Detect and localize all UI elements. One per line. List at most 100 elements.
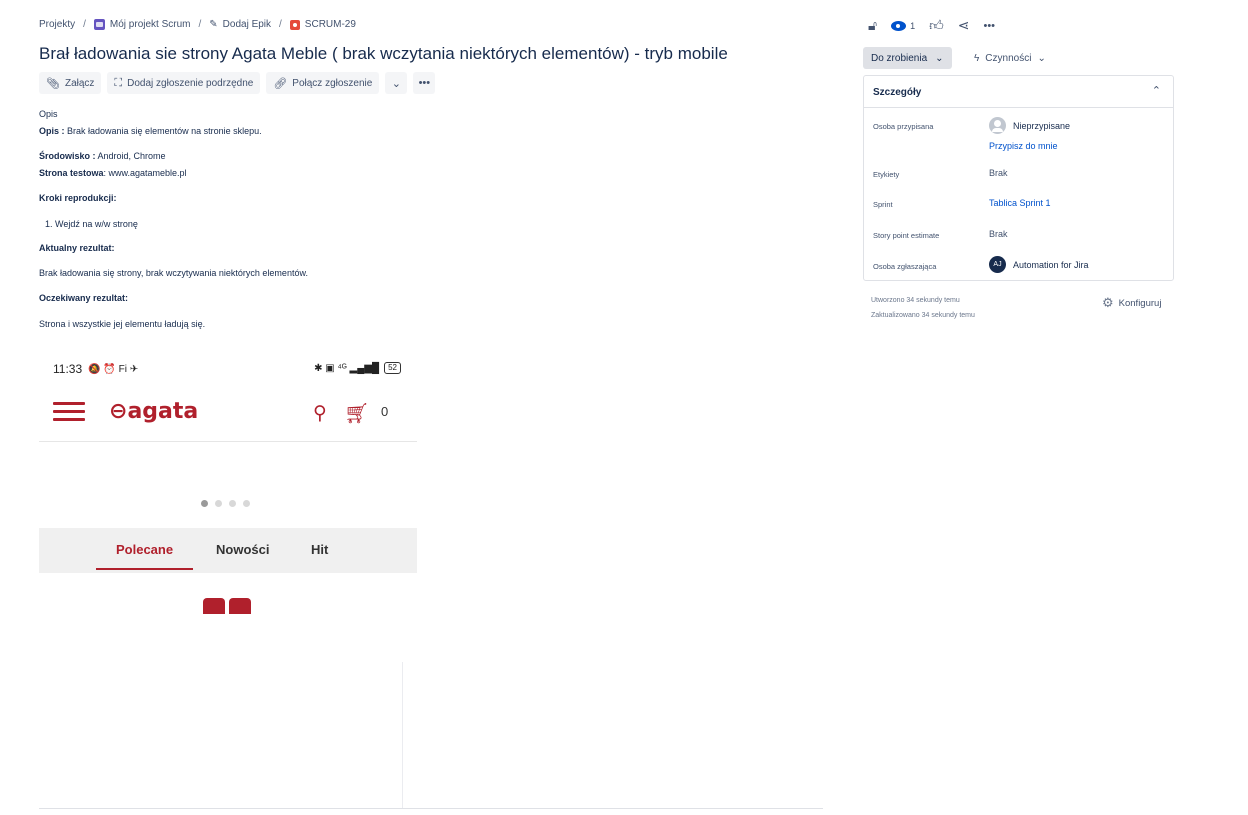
add-child-issue-button[interactable]: ⛶ Dodaj zgłoszenie podrzędne [107, 72, 261, 94]
phone-status-right: ✱ ▣ ⁴ᴳ ▂▄▆█ 52 [314, 362, 401, 374]
attach-button-label: Załącz [64, 77, 95, 89]
description-opis: Opis : Brak ładowania się elementów na s… [39, 125, 262, 137]
env-label: Środowisko : [39, 151, 96, 161]
site-text: : www.agatameble.pl [103, 168, 187, 178]
attach-button[interactable]: 📎︎ Załącz [39, 72, 102, 94]
assign-to-me-link[interactable]: Przypisz do mnie [989, 141, 1058, 151]
watch-button[interactable]: 1 [891, 20, 916, 31]
reporter-value-text: Automation for Jira [1013, 259, 1089, 270]
steps-heading: Kroki reprodukcji: [39, 193, 117, 203]
actions-dropdown[interactable]: ϟ Czynności ⌄ [968, 47, 1052, 69]
link-issue-label: Połącz zgłoszenie [292, 77, 373, 89]
link-issue-dropdown-button[interactable]: ⌄ [385, 72, 408, 94]
story-points-value[interactable]: Brak [989, 229, 1008, 239]
updated-timestamp: Zaktualizowano 34 sekundy temu [871, 312, 975, 319]
project-avatar-icon [93, 19, 105, 30]
horizontal-divider [39, 808, 823, 809]
breadcrumb-epic-label: Dodaj Epik [222, 19, 272, 30]
phone-tab-nowosci: Nowości [216, 542, 270, 557]
sprint-label: Sprint [873, 200, 893, 209]
breadcrumb-projects-label: Projekty [39, 19, 76, 30]
watchers-count: 1 [910, 20, 916, 31]
labels-label: Etykiety [873, 170, 900, 179]
more-actions-button[interactable]: ••• [413, 72, 436, 94]
issue-header-actions: 🔓︎ 1 👍︎ ⋖ ••• [868, 17, 995, 34]
breadcrumb-separator: / [198, 19, 202, 30]
breadcrumb-separator: / [83, 19, 86, 30]
breadcrumb: Projekty / Mój projekt Scrum / ✎ Dodaj E… [39, 19, 356, 30]
configure-button[interactable]: ⚙ Konfiguruj [1102, 295, 1161, 311]
carousel-dot [229, 500, 236, 507]
pencil-icon: ✎ [209, 19, 218, 30]
actual-result-heading: Aktualny rezultat: [39, 243, 115, 253]
vertical-divider [402, 662, 403, 808]
share-icon[interactable]: ⋖ [958, 17, 970, 34]
phone-tab-hit: Hit [311, 542, 329, 557]
description-environment: Środowisko : Android, Chrome [39, 150, 166, 162]
phone-tabs: Polecane Nowości Hit [39, 528, 417, 573]
paperclip-icon: 📎︎ [46, 77, 60, 90]
phone-status-bar: 11:33 🔕 ⏰ Fi ✈ [53, 362, 138, 376]
reporter-avatar: AJ [989, 256, 1006, 273]
status-dropdown[interactable]: Do zrobienia ⌄ [863, 47, 952, 69]
eye-icon [891, 20, 907, 31]
logo-text: agata [127, 399, 199, 424]
more-icon[interactable]: ••• [983, 20, 995, 32]
labels-value[interactable]: Brak [989, 168, 1008, 178]
reporter-value[interactable]: AJ Automation for Jira [989, 256, 1089, 273]
step-item: 1. Wejdź na w/w stronę [45, 219, 138, 229]
phone-tab-polecane: Polecane [116, 542, 174, 557]
sprint-value[interactable]: Tablica Sprint 1 [989, 198, 1051, 208]
partial-product-image [201, 598, 259, 614]
carousel-dot [215, 500, 222, 507]
site-label: Strona testowa [39, 168, 104, 178]
link-issue-button[interactable]: 🔗︎ Połącz zgłoszenie [266, 72, 380, 94]
breadcrumb-project[interactable]: Mój projekt Scrum [93, 19, 190, 30]
phone-divider [39, 441, 417, 442]
chevron-down-icon: ⌄ [391, 77, 401, 90]
description-test-site: Strona testowa: www.agatameble.pl [39, 167, 187, 179]
breadcrumb-issue-key-label: SCRUM-29 [304, 19, 356, 30]
details-title: Szczegóły [873, 87, 922, 98]
actions-label: Czynności [985, 52, 1032, 64]
created-timestamp: Utworzono 34 sekundy temu [871, 297, 960, 304]
attachment-screenshot[interactable]: 11:33 🔕 ⏰ Fi ✈ ✱ ▣ ⁴ᴳ ▂▄▆█ 52 ⊖agata ⚲ 🛒… [39, 352, 417, 614]
reporter-label: Osoba zgłaszająca [873, 262, 937, 271]
chevron-up-icon[interactable]: ⌃ [1152, 84, 1161, 97]
empty-avatar-icon [989, 117, 1006, 134]
chevron-down-icon: ⌄ [935, 52, 944, 64]
like-icon[interactable]: 👍︎ [929, 17, 944, 34]
details-panel-header[interactable]: Szczegóły ⌃ [864, 76, 1173, 108]
agata-logo: ⊖agata [109, 399, 198, 424]
breadcrumb-separator: / [279, 19, 282, 30]
logo-mark-icon: ⊖ [109, 399, 128, 424]
carousel-dots [201, 500, 250, 507]
expected-result-text: Strona i wszystkie jej elementu ładują s… [39, 319, 206, 329]
phone-tab-underline [96, 568, 193, 570]
opis-label: Opis : [39, 126, 65, 136]
more-icon: ••• [418, 77, 431, 89]
opis-text: Brak ładowania się elementów na stronie … [64, 126, 262, 136]
story-points-label: Story point estimate [873, 231, 940, 240]
breadcrumb-projects[interactable]: Projekty [39, 19, 75, 30]
lock-icon[interactable]: 🔓︎ [868, 17, 877, 34]
issue-title[interactable]: Brał ładowania sie strony Agata Meble ( … [39, 44, 728, 64]
breadcrumb-add-epic[interactable]: ✎ Dodaj Epik [209, 19, 271, 30]
cart-icon: 🛒︎ [344, 403, 370, 425]
details-panel: Szczegóły ⌃ Osoba przypisana Nieprzypisa… [863, 75, 1174, 281]
hamburger-menu-icon [53, 402, 85, 422]
description-heading: Opis [39, 109, 58, 119]
actual-result-text: Brak ładowania się strony, brak wczytywa… [39, 268, 308, 278]
carousel-dot [243, 500, 250, 507]
assignee-value[interactable]: Nieprzypisane [989, 117, 1070, 134]
breadcrumb-issue-key[interactable]: SCRUM-29 [289, 19, 356, 30]
hierarchy-icon: ⛶ [114, 76, 123, 89]
env-text: Android, Chrome [95, 151, 166, 161]
expected-result-heading: Oczekiwany rezultat: [39, 293, 129, 303]
assignee-value-text: Nieprzypisane [1013, 120, 1071, 131]
gear-icon: ⚙ [1102, 295, 1114, 310]
carousel-dot [201, 500, 208, 507]
battery-icon: 52 [384, 362, 401, 374]
bug-icon [289, 19, 300, 30]
search-icon: ⚲ [313, 403, 327, 424]
